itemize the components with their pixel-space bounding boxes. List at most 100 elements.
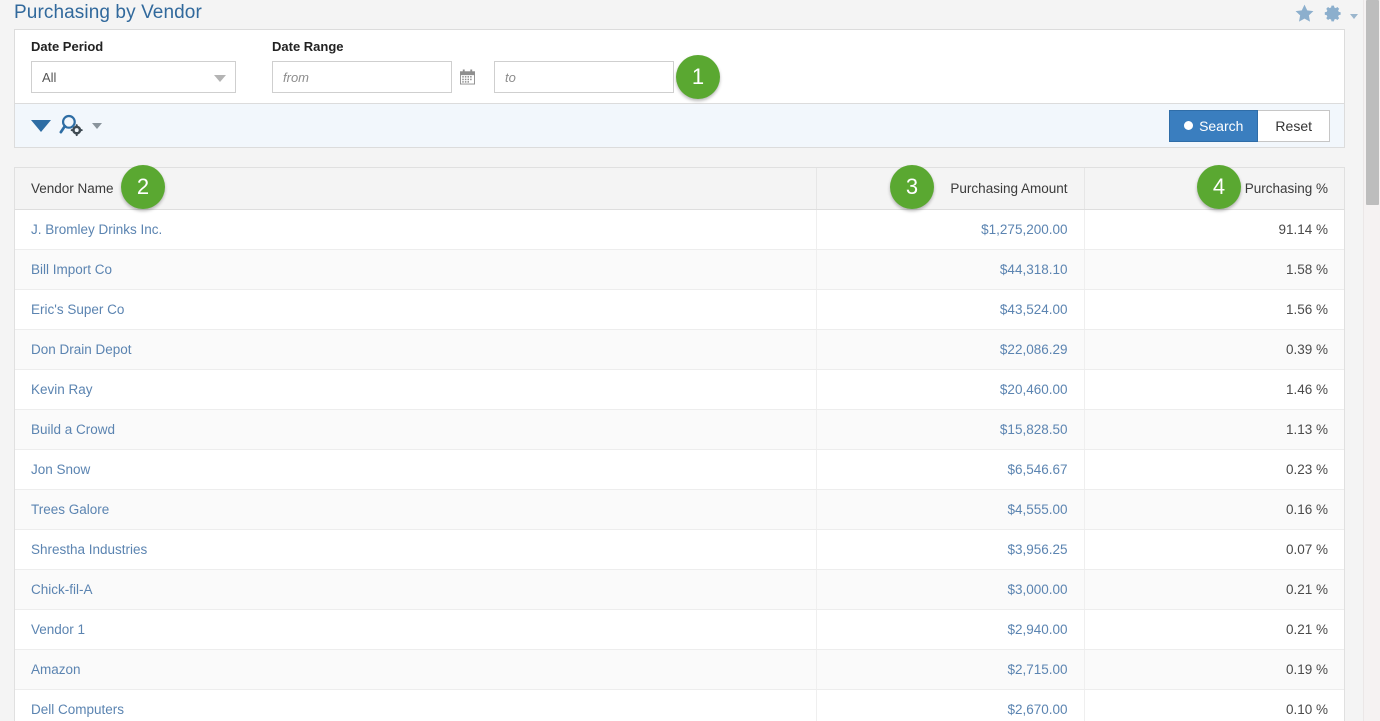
table-row[interactable]: Shrestha Industries $3,956.25 0.07 % — [15, 529, 1344, 570]
results-table-container: Vendor Name Purchasing Amount Purchasing… — [14, 167, 1345, 721]
table-row[interactable]: Build a Crowd $15,828.50 1.13 % — [15, 409, 1344, 450]
vendor-name-link[interactable]: J. Bromley Drinks Inc. — [31, 222, 162, 237]
chevron-down-icon[interactable] — [31, 119, 51, 132]
cell-vendor-name: Build a Crowd — [15, 409, 817, 450]
filter-action-bar: Search Reset — [15, 103, 1344, 147]
step-badge-4: 4 — [1197, 165, 1241, 209]
table-row[interactable]: Chick-fil-A $3,000.00 0.21 % — [15, 569, 1344, 610]
cell-vendor-name: Amazon — [15, 649, 817, 690]
cell-purchasing-amount[interactable]: $15,828.50 — [816, 409, 1085, 450]
header-actions — [1294, 3, 1358, 24]
column-header-purchasing-amount[interactable]: Purchasing Amount — [816, 168, 1085, 210]
cell-vendor-name: Kevin Ray — [15, 369, 817, 410]
cell-purchasing-percent: 0.16 % — [1084, 489, 1344, 530]
column-header-label: Vendor Name — [31, 180, 114, 196]
table-row[interactable]: Dell Computers $2,670.00 0.10 % — [15, 689, 1344, 721]
vendor-name-link[interactable]: Jon Snow — [31, 462, 90, 477]
vendor-name-link[interactable]: Chick-fil-A — [31, 582, 93, 597]
table-row[interactable]: Don Drain Depot $22,086.29 0.39 % — [15, 329, 1344, 370]
date-range-row — [272, 61, 704, 93]
page-title: Purchasing by Vendor — [14, 2, 202, 23]
table-row[interactable]: Amazon $2,715.00 0.19 % — [15, 649, 1344, 690]
cell-vendor-name: Don Drain Depot — [15, 329, 817, 370]
table-row[interactable]: J. Bromley Drinks Inc. $1,275,200.00 91.14… — [15, 209, 1344, 250]
chevron-down-icon-advanced[interactable] — [92, 122, 102, 129]
search-button-label: Search — [1199, 117, 1244, 134]
vendor-name-link[interactable]: Kevin Ray — [31, 382, 93, 397]
column-header-label: Purchasing % — [1244, 180, 1328, 196]
vendor-name-link[interactable]: Dell Computers — [31, 702, 124, 717]
cell-purchasing-percent: 1.13 % — [1084, 409, 1344, 450]
cell-vendor-name: J. Bromley Drinks Inc. — [15, 209, 817, 250]
cell-vendor-name: Shrestha Industries — [15, 529, 817, 570]
vertical-scrollbar[interactable] — [1363, 0, 1380, 721]
cell-purchasing-amount[interactable]: $4,555.00 — [816, 489, 1085, 530]
table-row[interactable]: Trees Galore $4,555.00 0.16 % — [15, 489, 1344, 530]
app-page: Purchasing by Vendor Date Period All Dat… — [0, 0, 1380, 721]
step-badge-3: 3 — [890, 165, 934, 209]
cell-purchasing-percent: 91.14 % — [1084, 209, 1344, 250]
column-header-label: Purchasing Amount — [950, 180, 1068, 196]
vendor-name-link[interactable]: Trees Galore — [31, 502, 109, 517]
vendor-name-link[interactable]: Eric's Super Co — [31, 302, 124, 317]
date-period-label: Date Period — [31, 39, 104, 54]
filter-tools — [31, 113, 102, 138]
cell-purchasing-amount[interactable]: $3,956.25 — [816, 529, 1085, 570]
cell-purchasing-percent: 0.10 % — [1084, 689, 1344, 721]
date-period-select[interactable]: All — [31, 61, 236, 93]
page-header: Purchasing by Vendor — [0, 0, 1380, 30]
cell-purchasing-amount[interactable]: $3,000.00 — [816, 569, 1085, 610]
gear-icon[interactable] — [1324, 4, 1343, 23]
cell-vendor-name: Chick-fil-A — [15, 569, 817, 610]
scrollbar-thumb[interactable] — [1366, 0, 1379, 205]
chevron-down-icon[interactable] — [1350, 14, 1358, 19]
cell-purchasing-percent: 0.07 % — [1084, 529, 1344, 570]
table-header: Vendor Name Purchasing Amount Purchasing… — [15, 168, 1344, 210]
cell-purchasing-amount[interactable]: $6,546.67 — [816, 449, 1085, 490]
cell-purchasing-percent: 0.21 % — [1084, 569, 1344, 610]
table-header-row: Vendor Name Purchasing Amount Purchasing… — [15, 168, 1344, 210]
reset-button-label: Reset — [1275, 117, 1312, 134]
search-button[interactable]: Search — [1169, 109, 1259, 142]
reset-button[interactable]: Reset — [1258, 109, 1330, 142]
vendor-name-link[interactable]: Build a Crowd — [31, 422, 115, 437]
table-row[interactable]: Kevin Ray $20,460.00 1.46 % — [15, 369, 1344, 410]
cell-purchasing-percent: 1.56 % — [1084, 289, 1344, 330]
vendor-name-link[interactable]: Don Drain Depot — [31, 342, 132, 357]
cell-purchasing-amount[interactable]: $22,086.29 — [816, 329, 1085, 370]
cell-vendor-name: Vendor 1 — [15, 609, 817, 650]
star-icon[interactable] — [1294, 3, 1315, 24]
date-from-input[interactable] — [272, 61, 452, 93]
search-dot-icon — [1184, 121, 1194, 130]
table-body: J. Bromley Drinks Inc. $1,275,200.00 91.14… — [15, 209, 1344, 721]
cell-vendor-name: Dell Computers — [15, 689, 817, 721]
date-period-value: All — [42, 69, 57, 85]
cell-purchasing-amount[interactable]: $1,275,200.00 — [816, 209, 1085, 250]
table-row[interactable]: Bill Import Co $44,318.10 1.58 % — [15, 249, 1344, 290]
date-range-label: Date Range — [272, 39, 344, 54]
calendar-icon-from[interactable] — [454, 62, 480, 92]
date-period-row: All — [31, 61, 236, 93]
cell-purchasing-amount[interactable]: $2,715.00 — [816, 649, 1085, 690]
cell-purchasing-amount[interactable]: $44,318.10 — [816, 249, 1085, 290]
cell-purchasing-percent: 0.21 % — [1084, 609, 1344, 650]
date-to-input[interactable] — [494, 61, 674, 93]
cell-purchasing-amount[interactable]: $20,460.00 — [816, 369, 1085, 410]
cell-purchasing-amount[interactable]: $2,670.00 — [816, 689, 1085, 721]
vendor-name-link[interactable]: Amazon — [31, 662, 81, 677]
table-row[interactable]: Vendor 1 $2,940.00 0.21 % — [15, 609, 1344, 650]
cell-purchasing-percent: 0.23 % — [1084, 449, 1344, 490]
cell-purchasing-amount[interactable]: $43,524.00 — [816, 289, 1085, 330]
cell-purchasing-amount[interactable]: $2,940.00 — [816, 609, 1085, 650]
vendor-name-link[interactable]: Bill Import Co — [31, 262, 112, 277]
search-gear-icon[interactable] — [59, 113, 84, 138]
cell-vendor-name: Trees Galore — [15, 489, 817, 530]
step-badge-2: 2 — [121, 165, 165, 209]
vendor-name-link[interactable]: Vendor 1 — [31, 622, 85, 637]
results-table: Vendor Name Purchasing Amount Purchasing… — [15, 168, 1344, 721]
cell-purchasing-percent: 0.39 % — [1084, 329, 1344, 370]
cell-vendor-name: Eric's Super Co — [15, 289, 817, 330]
table-row[interactable]: Jon Snow $6,546.67 0.23 % — [15, 449, 1344, 490]
vendor-name-link[interactable]: Shrestha Industries — [31, 542, 147, 557]
table-row[interactable]: Eric's Super Co $43,524.00 1.56 % — [15, 289, 1344, 330]
